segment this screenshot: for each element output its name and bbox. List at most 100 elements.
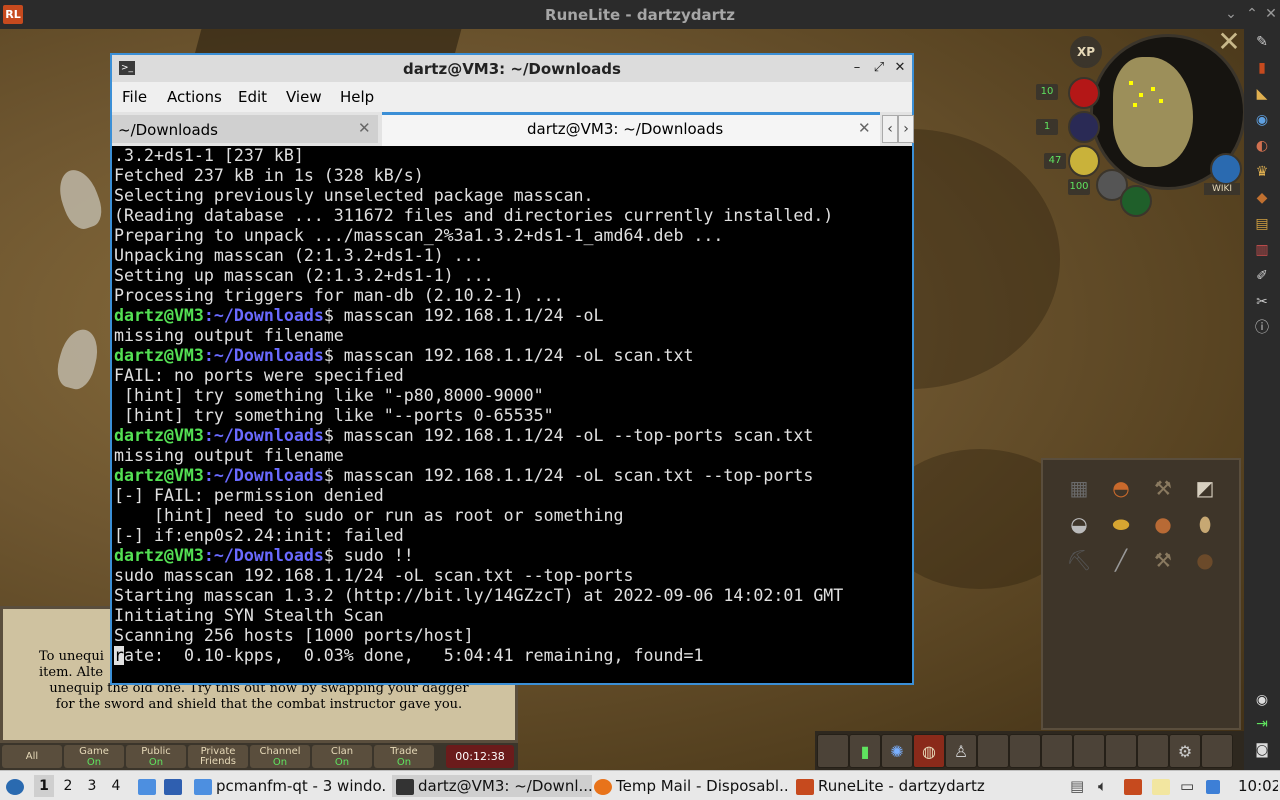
menu-edit[interactable]: Edit	[238, 88, 267, 106]
stone-empty[interactable]	[977, 734, 1009, 768]
chat-tab-public[interactable]: Public On	[126, 745, 186, 768]
trophy-icon[interactable]: ♛	[1252, 163, 1272, 181]
world-globe-icon[interactable]	[1210, 153, 1242, 185]
maximize-icon[interactable]: ⤢	[870, 58, 888, 78]
minimize-icon[interactable]: –	[848, 58, 866, 78]
world-hopper-icon[interactable]: ◉	[1252, 111, 1272, 129]
logout-icon[interactable]: ⇥	[1252, 715, 1272, 733]
minimize-icon[interactable]: ⌄	[1222, 4, 1240, 24]
taskbar: 1 2 3 4 pcmanfm-qt - 3 windo... dartz@VM…	[0, 770, 1280, 800]
shrimp-icon[interactable]: ◓	[1105, 474, 1137, 502]
desktop-launcher-icon[interactable]	[164, 775, 186, 797]
net-icon[interactable]: ▦	[1063, 474, 1095, 502]
book-icon[interactable]: ▥	[1252, 241, 1272, 259]
notes-icon[interactable]: ▮	[1252, 59, 1272, 77]
stone-empty[interactable]	[1105, 734, 1137, 768]
wiki-button[interactable]: WIKI	[1204, 183, 1240, 195]
tab-scroll-right-icon[interactable]: ›	[898, 115, 914, 143]
workspace-1[interactable]: 1	[34, 775, 54, 797]
hp-orb[interactable]	[1068, 77, 1100, 109]
quest-icon[interactable]: ✺	[881, 734, 913, 768]
task-firefox[interactable]: Temp Mail - Disposabl...	[594, 775, 790, 797]
update-icon[interactable]	[1206, 775, 1224, 797]
task-runelite[interactable]: RuneLite - dartzydartz	[796, 775, 986, 797]
clipboard-icon[interactable]: ▤	[1070, 775, 1088, 797]
chat-tab-clan[interactable]: Clan On	[312, 745, 372, 768]
shrimp-raw-icon[interactable]: ◒	[1063, 510, 1095, 538]
equipment-icon[interactable]: ♙	[945, 734, 977, 768]
info-icon[interactable]: ⓘ	[1252, 319, 1272, 337]
close-tab-icon[interactable]: ✕	[858, 119, 871, 137]
pickaxe-icon[interactable]: ⛏	[1063, 546, 1095, 574]
discord-icon[interactable]: ◉	[1252, 691, 1272, 709]
stone-empty[interactable]	[817, 734, 849, 768]
chat-tab-trade[interactable]: Trade On	[374, 745, 434, 768]
maximize-icon[interactable]: ⌃	[1243, 4, 1261, 24]
menu-view[interactable]: View	[286, 88, 322, 106]
inventory-icon[interactable]: ◍	[913, 734, 945, 768]
stone-empty[interactable]	[1201, 734, 1233, 768]
output-text: Processing triggers for man-db (2.10.2-1…	[114, 286, 564, 305]
run-orb[interactable]	[1068, 145, 1100, 177]
menu-help[interactable]: Help	[340, 88, 374, 106]
close-icon[interactable]: ✕	[891, 58, 909, 78]
wrench-icon[interactable]: ✎	[1252, 33, 1272, 51]
task-terminal[interactable]: dartz@VM3: ~/Downl...	[392, 775, 592, 797]
rat-npc[interactable]	[52, 325, 104, 393]
stone-empty[interactable]	[1009, 734, 1041, 768]
terminal-output[interactable]: .3.2+ds1-1 [237 kB] Fetched 237 kB in 1s …	[114, 146, 910, 683]
task-pcmanfm[interactable]: pcmanfm-qt - 3 windo...	[194, 775, 386, 797]
flour-pot-icon[interactable]: ⬮	[1189, 510, 1221, 538]
stats-icon[interactable]: ▮	[849, 734, 881, 768]
boot-icon[interactable]: ◣	[1252, 85, 1272, 103]
workspace-4[interactable]: 4	[106, 775, 126, 797]
stone-empty[interactable]	[1073, 734, 1105, 768]
tab-scroll-left-icon[interactable]: ‹	[882, 115, 898, 143]
menu-file[interactable]: File	[122, 88, 147, 106]
start-menu-icon[interactable]	[6, 775, 28, 797]
output-text: .3.2+ds1-1 [237 kB]	[114, 146, 304, 165]
file-manager-launcher-icon[interactable]	[138, 775, 160, 797]
hammer-icon[interactable]: ⚒	[1147, 546, 1179, 574]
output-text: [hint] try something like "-p80,8000-900…	[114, 386, 544, 405]
hiscore-icon[interactable]: ◐	[1252, 137, 1272, 155]
runelite-tray-icon[interactable]	[1124, 775, 1146, 797]
terminal-output-line: [-] FAIL: permission denied	[114, 486, 910, 506]
close-x-icon[interactable]: ✕	[1216, 28, 1242, 56]
chat-tab-channel[interactable]: Channel On	[250, 745, 310, 768]
camera-icon[interactable]: ◙	[1252, 741, 1272, 759]
terminal-window[interactable]: >_ dartz@VM3: ~/Downloads – ⤢ ✕ File Act…	[110, 53, 914, 685]
axe-icon[interactable]: ⚒	[1147, 474, 1179, 502]
terminal-titlebar[interactable]: >_ dartz@VM3: ~/Downloads – ⤢ ✕	[112, 55, 912, 82]
close-icon[interactable]: ✕	[1262, 4, 1280, 24]
workspace-2[interactable]: 2	[58, 775, 78, 797]
network-icon[interactable]: ▭	[1180, 775, 1202, 797]
xp-orb[interactable]: XP	[1070, 36, 1102, 68]
logs-icon[interactable]: ●	[1189, 546, 1221, 574]
menu-actions[interactable]: Actions	[167, 88, 222, 106]
close-tab-icon[interactable]: ✕	[358, 119, 371, 137]
volume-icon[interactable]: 🔈︎	[1098, 775, 1116, 797]
world-map-orb[interactable]	[1120, 185, 1152, 217]
bread-icon[interactable]: ⬬	[1105, 510, 1137, 538]
terminal-tabbar: ~/Downloads ✕ dartz@VM3: ~/Downloads ✕ ‹…	[112, 112, 914, 146]
chat-tab-private[interactable]: Private Friends	[188, 745, 248, 768]
loot-icon[interactable]: ◆	[1252, 189, 1272, 207]
tools-icon[interactable]: ✂	[1252, 293, 1272, 311]
tab-active-terminal[interactable]: dartz@VM3: ~/Downloads ✕	[382, 112, 880, 146]
bucket-icon[interactable]: ◩	[1189, 474, 1221, 502]
stone-empty[interactable]	[1137, 734, 1169, 768]
pot-icon[interactable]: ●	[1147, 510, 1179, 538]
skill-calc-icon[interactable]: ✐	[1252, 267, 1272, 285]
notes-pad-icon[interactable]: ▤	[1252, 215, 1272, 233]
dagger-icon[interactable]: ╱	[1105, 546, 1137, 574]
workspace-3[interactable]: 3	[82, 775, 102, 797]
rat-npc[interactable]	[52, 164, 108, 234]
prayer-orb[interactable]	[1068, 111, 1100, 143]
settings-wrench-icon[interactable]: ⚙	[1169, 734, 1201, 768]
tab-downloads[interactable]: ~/Downloads ✕	[112, 115, 378, 143]
chat-tab-all[interactable]: All	[2, 745, 62, 768]
notes-tray-icon[interactable]	[1152, 775, 1174, 797]
stone-empty[interactable]	[1041, 734, 1073, 768]
chat-tab-game[interactable]: Game On	[64, 745, 124, 768]
